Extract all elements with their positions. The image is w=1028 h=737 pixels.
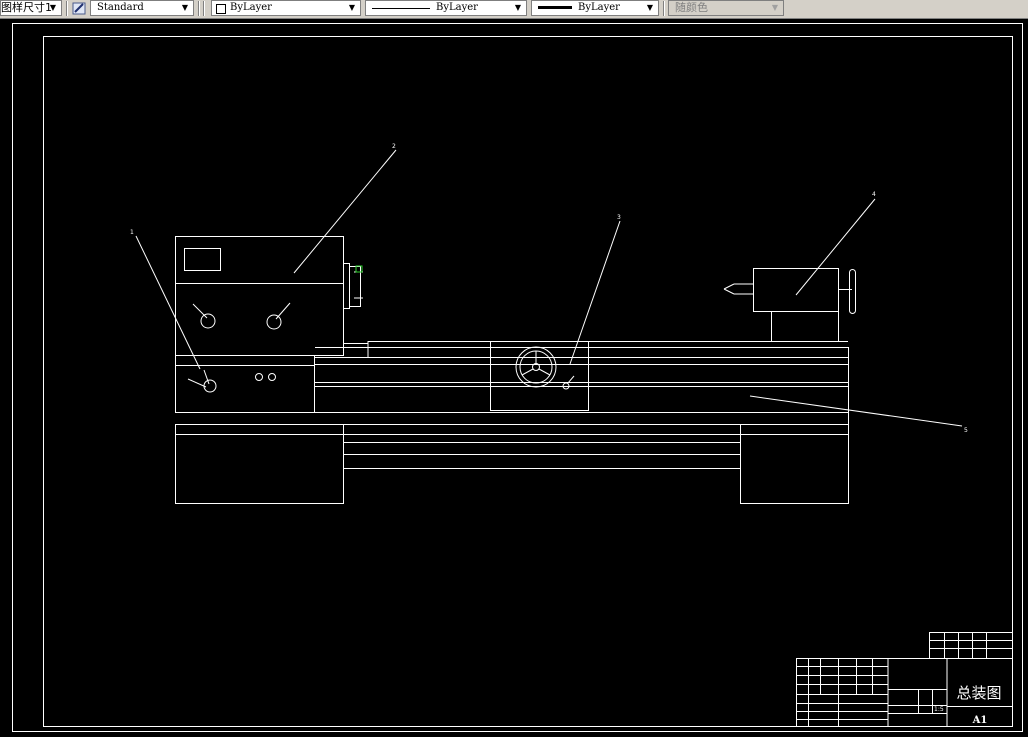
balloon-5: 5 (964, 427, 968, 434)
feed-gearbox (175, 355, 315, 413)
dimension-style-dropdown[interactable]: 图样尺寸1 ▼ (0, 0, 62, 16)
text-style-value: Standard (97, 2, 144, 13)
balloon-4: 4 (872, 191, 876, 198)
right-pedestal (740, 424, 849, 504)
lineweight-value: ByLayer (578, 2, 620, 13)
text-style-manager-button[interactable] (71, 1, 89, 16)
plot-style-dropdown[interactable]: 随颜色 ▼ (668, 0, 784, 16)
drawing-scale: 1:5 (934, 706, 944, 713)
lineweight-sample-icon (538, 6, 572, 9)
linetype-value: ByLayer (436, 2, 478, 13)
drawing-canvas[interactable]: 1 2 3 4 5 总装图 A1 1:5 (0, 19, 1028, 737)
title-block (796, 632, 1013, 727)
lathe-bed (175, 341, 849, 469)
chevron-down-icon: ▼ (514, 3, 522, 12)
toolbar-separator (198, 1, 200, 16)
left-pedestal (175, 424, 344, 504)
balloon-2: 2 (392, 143, 396, 150)
sheet-size: A1 (972, 715, 988, 726)
sheet-outer-border (12, 23, 1023, 732)
balloon-1: 1 (130, 229, 134, 236)
linetype-sample-icon (372, 8, 430, 9)
plot-style-value: 随颜色 (675, 1, 708, 14)
color-swatch-icon (216, 4, 226, 14)
text-style-icon (72, 2, 86, 15)
headstock (175, 236, 368, 356)
chevron-down-icon: ▼ (348, 3, 356, 12)
balloon-3: 3 (617, 214, 621, 221)
tailstock (723, 268, 856, 342)
headstock-window (184, 248, 221, 271)
toolbar-separator (66, 1, 68, 16)
drawing-title: 总装图 (956, 684, 1001, 702)
chevron-down-icon: ▼ (49, 3, 57, 12)
layer-color-dropdown[interactable]: ByLayer ▼ (211, 0, 361, 16)
layer-color-value: ByLayer (230, 2, 272, 13)
linetype-dropdown[interactable]: ByLayer ▼ (365, 0, 527, 16)
chevron-down-icon: ▼ (181, 3, 189, 12)
properties-toolbar: 图样尺寸1 ▼ Standard ▼ ByLayer ▼ ByLayer ▼ B… (0, 0, 1028, 19)
sheet-inner-border (43, 36, 1013, 727)
toolbar-separator (203, 1, 205, 16)
chevron-down-icon: ▼ (771, 3, 779, 12)
text-style-dropdown[interactable]: Standard ▼ (90, 0, 194, 16)
lineweight-dropdown[interactable]: ByLayer ▼ (531, 0, 659, 16)
chevron-down-icon: ▼ (646, 3, 654, 12)
dimension-style-value: 图样尺寸1 (1, 1, 52, 14)
toolbar-separator (663, 1, 665, 16)
